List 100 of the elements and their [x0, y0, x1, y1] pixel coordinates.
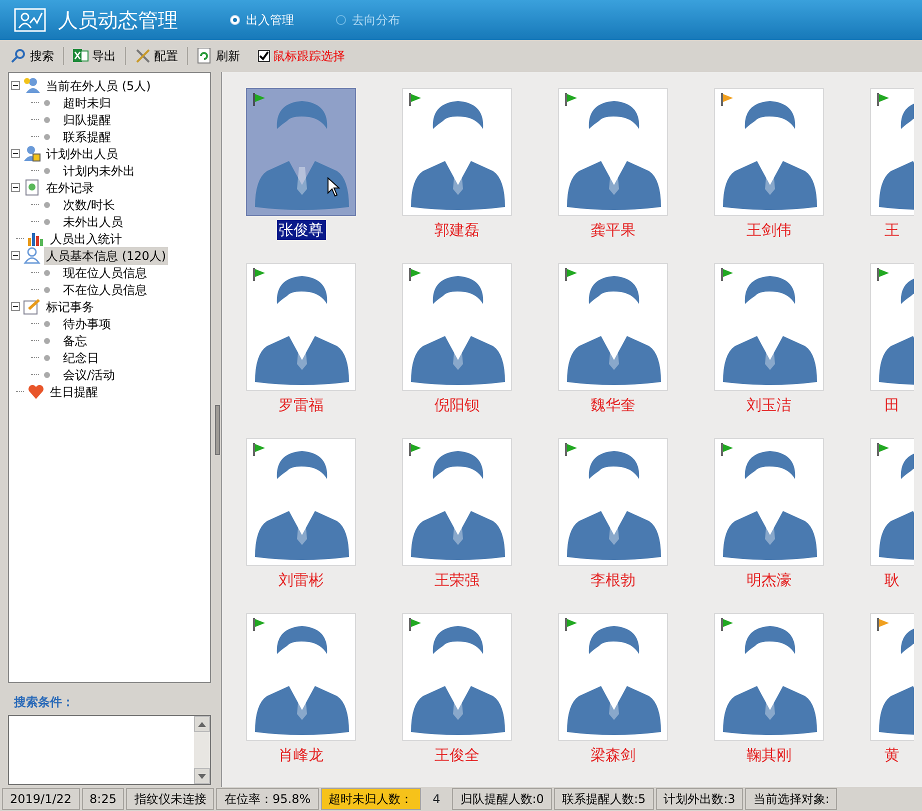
- tree-item[interactable]: 当前在外人员 (5人): [44, 76, 153, 94]
- flag-icon: [877, 618, 890, 631]
- person-name: 龚平果: [590, 220, 636, 240]
- tree-item[interactable]: 会议/活动: [61, 366, 118, 384]
- flag-icon: [721, 268, 734, 281]
- search-conditions-label: 搜索条件：: [14, 694, 75, 711]
- person-name: 魏华奎: [590, 395, 636, 415]
- tree-item[interactable]: 现在位人员信息: [61, 264, 149, 282]
- tree-item[interactable]: 生日提醒: [48, 382, 100, 400]
- flag-icon: [253, 268, 266, 281]
- flag-icon: [877, 268, 890, 281]
- tree-item[interactable]: 在外记录: [44, 178, 96, 196]
- tree-item[interactable]: 超时未归: [61, 94, 113, 112]
- person-name: 田: [884, 395, 900, 415]
- tree-item[interactable]: 归队提醒: [61, 110, 113, 128]
- flag-icon: [877, 93, 890, 106]
- flag-icon: [409, 618, 422, 631]
- mouse-cursor-icon: [327, 177, 341, 197]
- flag-icon: [409, 93, 422, 106]
- tree-item[interactable]: 联系提醒: [61, 128, 113, 146]
- person-name: 王俊全: [434, 745, 480, 765]
- person-name: 黄: [884, 745, 900, 765]
- tree-item[interactable]: 人员基本信息 (120人): [44, 246, 168, 264]
- tree-item[interactable]: 人员出入统计: [48, 230, 124, 248]
- status-cell: 2019/1/22: [2, 788, 80, 810]
- status-cell: 计划外出数:3: [656, 788, 744, 810]
- expander-icon[interactable]: [11, 183, 20, 192]
- bullet-icon: [44, 168, 50, 174]
- bullet-icon: [44, 116, 50, 122]
- flag-icon: [409, 268, 422, 281]
- person-name: 刘雷彬: [278, 570, 324, 590]
- person-name: 梁森剑: [590, 745, 636, 765]
- person-calendar-icon: [23, 145, 41, 162]
- refresh-icon: [197, 48, 213, 64]
- status-cell: 联系提醒人数:5: [554, 788, 654, 810]
- bullet-icon: [44, 338, 50, 344]
- expander-icon[interactable]: [11, 81, 20, 90]
- status-cell: 指纹仪未连接: [126, 788, 214, 810]
- tree-item[interactable]: 标记事务: [44, 298, 96, 316]
- status-cell: 超时未归人数：: [320, 788, 421, 810]
- toolbar-button[interactable]: 导出: [70, 45, 119, 67]
- mode-radio[interactable]: 出入管理: [230, 11, 294, 29]
- person-name: 王剑伟: [746, 220, 792, 240]
- flag-icon: [565, 268, 578, 281]
- bullet-icon: [44, 270, 50, 276]
- tree-item[interactable]: 计划内未外出: [61, 162, 137, 180]
- tree-item[interactable]: 待办事项: [61, 314, 113, 332]
- toolbar-button[interactable]: 搜索: [8, 45, 57, 67]
- search-icon: [11, 48, 27, 64]
- tools-icon: [135, 48, 151, 64]
- bullet-icon: [44, 218, 50, 224]
- tree-item[interactable]: 不在位人员信息: [61, 280, 149, 298]
- bullet-icon: [44, 320, 50, 326]
- notepad-icon: [23, 298, 41, 315]
- flag-icon: [253, 93, 266, 106]
- bullet-icon: [44, 286, 50, 292]
- person-name: 倪阳钡: [434, 395, 480, 415]
- flag-icon: [565, 93, 578, 106]
- flag-icon: [721, 618, 734, 631]
- down-triangle-icon: [198, 774, 206, 778]
- person-name: 王荣强: [434, 570, 480, 590]
- tree-item[interactable]: 纪念日: [61, 348, 101, 366]
- person-name: 刘玉洁: [746, 395, 792, 415]
- flag-icon: [565, 618, 578, 631]
- person-name: 张俊尊: [276, 220, 326, 240]
- toolbar-button[interactable]: 配置: [132, 45, 181, 67]
- person-name: 明杰濠: [746, 570, 792, 590]
- tree-item[interactable]: 未外出人员: [61, 212, 125, 230]
- tree-item[interactable]: 计划外出人员: [44, 144, 120, 162]
- bullet-icon: [44, 354, 50, 360]
- flag-icon: [253, 618, 266, 631]
- tree-item[interactable]: 次数/时长: [61, 196, 118, 214]
- heart-icon: [27, 383, 45, 400]
- flag-icon: [409, 443, 422, 456]
- person-icon: [23, 247, 41, 264]
- bullet-icon: [44, 202, 50, 208]
- scrollbar[interactable]: [194, 716, 210, 784]
- up-triangle-icon: [198, 722, 206, 726]
- scroll-down-button[interactable]: [194, 768, 210, 784]
- spreadsheet-icon: [73, 48, 89, 64]
- scroll-up-button[interactable]: [194, 716, 210, 732]
- person-name: 鞠其刚: [746, 745, 792, 765]
- person-name: 李根勃: [590, 570, 636, 590]
- tree-item[interactable]: 备忘: [61, 332, 89, 350]
- bullet-icon: [44, 134, 50, 140]
- status-cell: 8:25: [82, 788, 124, 810]
- person-name: 罗雷福: [278, 395, 324, 415]
- splitter-handle[interactable]: [215, 404, 220, 454]
- toolbar-button[interactable]: 刷新: [194, 45, 243, 67]
- people-icon: [23, 77, 41, 94]
- search-conditions-field[interactable]: [8, 715, 211, 785]
- status-cell: 在位率：95.8%: [216, 788, 319, 810]
- expander-icon[interactable]: [11, 251, 20, 260]
- expander-icon[interactable]: [11, 149, 20, 158]
- flag-icon: [253, 443, 266, 456]
- person-name: 郭建磊: [434, 220, 480, 240]
- window-title: 人员动态管理: [58, 7, 178, 34]
- expander-icon[interactable]: [11, 302, 20, 311]
- status-cell: 当前选择对象:: [745, 788, 838, 810]
- person-name: 肖峰龙: [278, 745, 324, 765]
